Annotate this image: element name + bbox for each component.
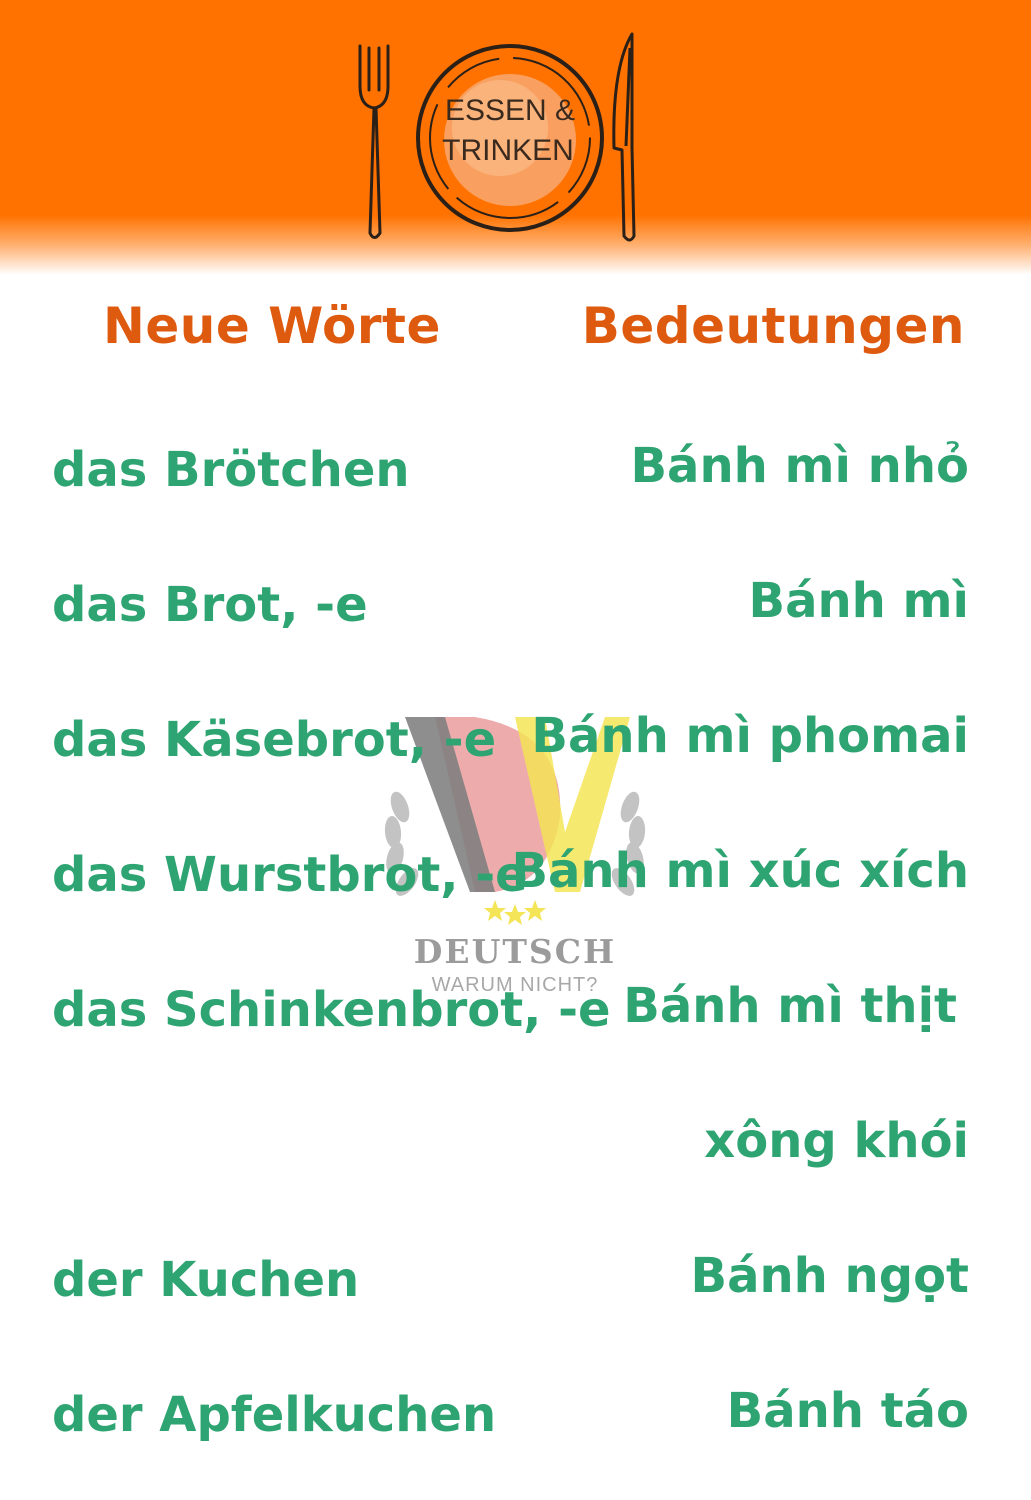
vocab-word-5: das Schinkenbrot, -e	[52, 982, 611, 1038]
knife-icon	[612, 32, 636, 242]
vocab-meaning-4: Bánh mì xúc xích	[511, 843, 969, 899]
vocab-meaning-5-cont: xông khói	[704, 1113, 969, 1169]
vocab-meaning-6: Bánh ngọt	[690, 1248, 969, 1304]
vocab-word-4: das Wurstbrot, -e	[52, 847, 528, 903]
fork-icon	[358, 44, 390, 239]
vocab-word-6: der Kuchen	[52, 1252, 360, 1308]
vocab-meaning-2: Bánh mì	[748, 573, 970, 629]
vocab-meaning-3: Bánh mì phomai	[531, 708, 969, 764]
vocab-meaning-5: Bánh mì thịt	[623, 978, 957, 1034]
vocab-word-3: das Käsebrot, -e	[52, 712, 497, 768]
vocab-meaning-7: Bánh táo	[726, 1383, 969, 1439]
logo-line1: ESSEN &	[445, 94, 575, 127]
vocab-word-1: das Brötchen	[52, 442, 410, 498]
vocab-word-2: das Brot, -e	[52, 577, 368, 633]
meanings-heading: Bedeutungen	[581, 297, 965, 355]
new-words-heading: Neue Wörte	[103, 297, 441, 355]
watermark-brand: DEUTSCH	[413, 932, 617, 971]
logo-line2: TRINKEN	[442, 134, 574, 167]
header-banner: ESSEN & TRINKEN	[0, 0, 1031, 275]
vocab-meaning-1: Bánh mì nhỏ	[630, 438, 969, 494]
vocab-word-7: der Apfelkuchen	[52, 1387, 497, 1443]
essen-trinken-logo: ESSEN & TRINKEN	[358, 32, 636, 242]
